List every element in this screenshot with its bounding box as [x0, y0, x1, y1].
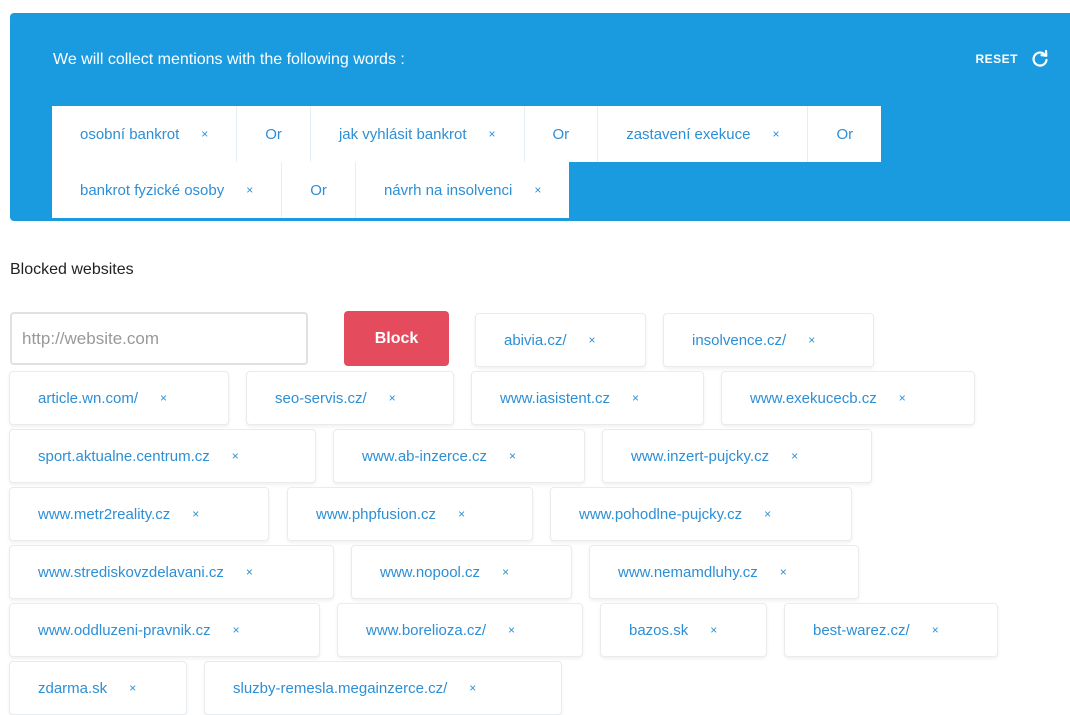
remove-site-icon[interactable]: × [899, 391, 906, 405]
site-label[interactable]: abivia.cz/ [504, 332, 567, 349]
blocked-site-chip: bazos.sk × [600, 603, 767, 657]
operator-label: Or [265, 125, 282, 143]
keyword-chip[interactable]: bankrot fyzické osoby × [52, 162, 283, 218]
reset-button[interactable]: RESET [975, 49, 1050, 69]
remove-site-icon[interactable]: × [508, 623, 515, 637]
remove-site-icon[interactable]: × [764, 507, 771, 521]
keyword-label: osobní bankrot [80, 125, 180, 143]
remove-keyword-icon[interactable]: × [772, 127, 779, 141]
remove-site-icon[interactable]: × [129, 681, 136, 695]
remove-site-icon[interactable]: × [509, 449, 516, 463]
blocked-site-chip: www.borelioza.cz/ × [337, 603, 583, 657]
site-label[interactable]: www.nemamdluhy.cz [618, 564, 758, 581]
operator-label: Or [836, 125, 854, 143]
site-label[interactable]: www.borelioza.cz/ [366, 622, 486, 639]
keyword-chip[interactable]: zastavení exekuce × [598, 106, 809, 162]
site-label[interactable]: zdarma.sk [38, 680, 107, 697]
blocked-site-chip: sluzby-remesla.megainzerce.cz/ × [204, 661, 562, 715]
blocked-site-chip: best-warez.cz/ × [784, 603, 998, 657]
blocked-site-chip: www.strediskovzdelavani.cz × [9, 545, 334, 599]
site-label[interactable]: sport.aktualne.centrum.cz [38, 448, 210, 465]
keywords-title: We will collect mentions with the follow… [53, 51, 405, 68]
remove-site-icon[interactable]: × [502, 565, 509, 579]
website-url-input[interactable] [10, 312, 308, 365]
remove-keyword-icon[interactable]: × [534, 183, 541, 197]
remove-site-icon[interactable]: × [780, 565, 787, 579]
site-label[interactable]: www.metr2reality.cz [38, 506, 170, 523]
blocked-websites-title: Blocked websites [10, 261, 134, 278]
site-label[interactable]: article.wn.com/ [38, 390, 138, 407]
remove-site-icon[interactable]: × [232, 449, 239, 463]
block-button[interactable]: Block [344, 311, 449, 366]
blocked-site-chip: insolvence.cz/ × [663, 313, 874, 367]
site-label[interactable]: www.strediskovzdelavani.cz [38, 564, 224, 581]
site-label[interactable]: bazos.sk [629, 622, 688, 639]
remove-site-icon[interactable]: × [710, 623, 717, 637]
remove-site-icon[interactable]: × [192, 507, 199, 521]
blocked-site-chip: www.phpfusion.cz × [287, 487, 533, 541]
remove-keyword-icon[interactable]: × [201, 127, 208, 141]
keyword-label: jak vyhlásit bankrot [338, 125, 467, 143]
operator-chip[interactable]: Or [808, 106, 882, 162]
blocked-site-chip: www.oddluzeni-pravnik.cz × [9, 603, 320, 657]
remove-site-icon[interactable]: × [808, 333, 815, 347]
keyword-chip[interactable]: návrh na insolvenci × [355, 162, 570, 218]
reset-label: RESET [975, 52, 1018, 66]
blocked-site-chip: www.inzert-pujcky.cz × [602, 429, 872, 483]
keyword-chip[interactable]: osobní bankrot × [52, 106, 238, 162]
remove-site-icon[interactable]: × [233, 623, 240, 637]
site-label[interactable]: www.ab-inzerce.cz [362, 448, 487, 465]
remove-site-icon[interactable]: × [160, 391, 167, 405]
remove-site-icon[interactable]: × [791, 449, 798, 463]
remove-site-icon[interactable]: × [589, 333, 596, 347]
site-label[interactable]: www.inzert-pujcky.cz [631, 448, 769, 465]
site-label[interactable]: best-warez.cz/ [813, 622, 910, 639]
blocked-site-chip: www.iasistent.cz × [471, 371, 704, 425]
blocked-site-chip: www.metr2reality.cz × [9, 487, 269, 541]
site-label[interactable]: insolvence.cz/ [692, 332, 786, 349]
blocked-site-chip: sport.aktualne.centrum.cz × [9, 429, 316, 483]
site-label[interactable]: www.phpfusion.cz [316, 506, 436, 523]
remove-site-icon[interactable]: × [932, 623, 939, 637]
blocked-site-chip: article.wn.com/ × [9, 371, 229, 425]
keyword-chip[interactable]: jak vyhlásit bankrot × [310, 106, 525, 162]
blocked-site-chip: www.pohodlne-pujcky.cz × [550, 487, 852, 541]
refresh-icon[interactable] [1030, 49, 1050, 69]
keywords-panel: We will collect mentions with the follow… [10, 13, 1070, 221]
remove-keyword-icon[interactable]: × [489, 127, 496, 141]
remove-site-icon[interactable]: × [469, 681, 476, 695]
blocked-site-chip: www.nemamdluhy.cz × [589, 545, 859, 599]
blocked-site-chip: zdarma.sk × [9, 661, 187, 715]
keyword-row-2: bankrot fyzické osoby × Or návrh na insol… [52, 162, 570, 218]
remove-site-icon[interactable]: × [632, 391, 639, 405]
site-label[interactable]: seo-servis.cz/ [275, 390, 367, 407]
site-label[interactable]: www.iasistent.cz [500, 390, 610, 407]
remove-site-icon[interactable]: × [246, 565, 253, 579]
blocked-site-chip: abivia.cz/ × [475, 313, 646, 367]
keyword-row-1: osobní bankrot × Or jak vyhlásit bankrot ×… [52, 106, 882, 162]
site-label[interactable]: www.pohodlne-pujcky.cz [579, 506, 742, 523]
blocked-site-chip: www.nopool.cz × [351, 545, 572, 599]
blocked-site-chip: www.ab-inzerce.cz × [333, 429, 585, 483]
site-label[interactable]: sluzby-remesla.megainzerce.cz/ [233, 680, 447, 697]
keyword-label: zastavení exekuce [626, 125, 751, 143]
operator-label: Or [552, 125, 570, 143]
keyword-label: bankrot fyzické osoby [80, 181, 225, 199]
keyword-label: návrh na insolvenci [383, 181, 513, 199]
site-label[interactable]: www.exekucecb.cz [750, 390, 877, 407]
site-label[interactable]: www.oddluzeni-pravnik.cz [38, 622, 211, 639]
remove-keyword-icon[interactable]: × [246, 183, 253, 197]
operator-chip[interactable]: Or [237, 106, 311, 162]
operator-label: Or [310, 181, 327, 199]
operator-chip[interactable]: Or [524, 106, 599, 162]
remove-site-icon[interactable]: × [389, 391, 396, 405]
remove-site-icon[interactable]: × [458, 507, 465, 521]
blocked-site-chip: seo-servis.cz/ × [246, 371, 454, 425]
operator-chip[interactable]: Or [282, 162, 356, 218]
site-label[interactable]: www.nopool.cz [380, 564, 480, 581]
blocked-site-chip: www.exekucecb.cz × [721, 371, 975, 425]
